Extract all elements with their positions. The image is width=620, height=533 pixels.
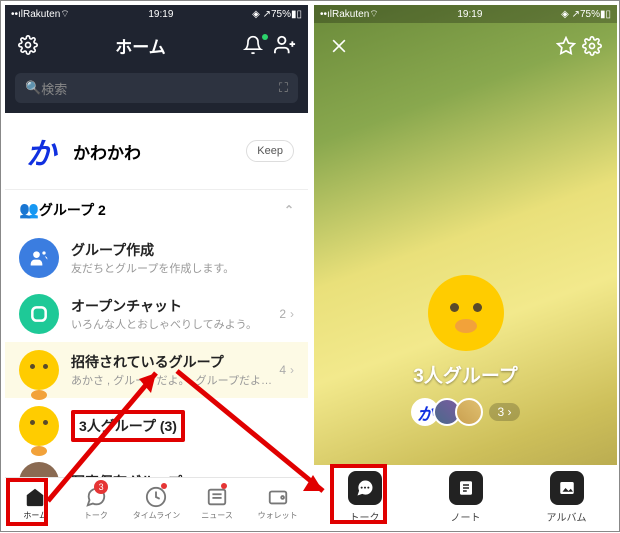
nav-label: トーク <box>84 510 108 521</box>
sally-avatar <box>19 350 59 390</box>
row-sub: いろんな人とおしゃべりしてみよう。 <box>71 316 279 332</box>
row-title: 3人グループ (3) <box>71 410 185 442</box>
invited-groups-row[interactable]: 招待されているグループあかさ , グループだよ。, グループだよ。, ... 4… <box>5 342 308 398</box>
close-icon[interactable] <box>326 33 352 59</box>
row-title: 招待されているグループ <box>71 352 279 372</box>
group-name: 3人グループ <box>413 361 517 388</box>
action-bar: トーク ノート アルバム <box>314 465 617 529</box>
row-count: 2 <box>279 307 286 321</box>
member-count: 3 › <box>489 403 519 421</box>
album-icon <box>550 471 584 505</box>
news-icon <box>206 486 228 508</box>
action-label: トーク <box>350 509 380 524</box>
talk-icon <box>348 471 382 505</box>
profile-name: かわかわ <box>73 139 246 164</box>
nav-wallet[interactable]: ウォレット <box>247 478 308 529</box>
openchat-row[interactable]: オープンチャットいろんな人とおしゃべりしてみよう。 2 › <box>5 286 308 342</box>
group-info: 3人グループ か 3 › <box>314 275 617 426</box>
battery-pct: 75% <box>271 9 291 20</box>
chevron-up-icon: ⌃ <box>284 203 294 217</box>
profile-avatar: か <box>19 129 63 173</box>
status-bar: ••ıl Rakuten ⌔ 19:19 ◈ ↗ 75% ▮▯ <box>314 5 617 23</box>
status-bar: ••ıl Rakuten ⌔ 19:19 ◈ ↗ 75% ▮▯ <box>5 5 308 23</box>
sally-avatar <box>19 406 59 446</box>
group-section-label: グループ 2 <box>39 200 106 220</box>
action-talk[interactable]: トーク <box>314 465 415 529</box>
header: ホーム <box>5 23 308 67</box>
action-label: アルバム <box>547 509 587 524</box>
bottom-nav: ホーム 3トーク タイムライン ニュース ウォレット <box>5 477 308 529</box>
group-profile-screen: ••ıl Rakuten ⌔ 19:19 ◈ ↗ 75% ▮▯ 3人グループ か… <box>314 5 617 529</box>
carrier: Rakuten <box>23 9 60 20</box>
group-3-row[interactable]: 3人グループ (3) <box>5 398 308 454</box>
signal-icon: ••ıl <box>11 9 23 20</box>
action-label: ノート <box>451 509 481 524</box>
battery-pct: 75% <box>580 9 600 20</box>
nav-label: タイムライン <box>133 510 180 521</box>
keep-button[interactable]: Keep <box>246 140 294 162</box>
search-placeholder: 検索 <box>41 79 67 98</box>
member-avatar <box>455 398 483 426</box>
add-friend-icon[interactable] <box>272 32 298 58</box>
profile-row[interactable]: か かわかわ Keep <box>5 113 308 189</box>
openchat-icon <box>19 294 59 334</box>
wallet-icon <box>267 486 289 508</box>
location-icon: ◈ ↗ <box>561 9 580 20</box>
wifi-icon: ⌔ <box>60 8 69 21</box>
action-note[interactable]: ノート <box>415 465 516 529</box>
qr-icon[interactable]: ⛶ <box>279 80 288 96</box>
row-count: 4 <box>279 363 286 377</box>
nav-label: ウォレット <box>258 510 298 521</box>
row-sub: あかさ , グループだよ。, グループだよ。, ... <box>71 372 279 388</box>
clock: 19:19 <box>379 9 561 20</box>
row-title: オープンチャット <box>71 296 279 316</box>
battery-icon: ▮▯ <box>291 9 302 20</box>
nav-label: ホーム <box>23 510 47 521</box>
create-group-icon <box>19 238 59 278</box>
chevron-right-icon: › <box>290 307 294 321</box>
battery-icon: ▮▯ <box>600 9 611 20</box>
home-icon <box>24 486 46 508</box>
nav-talk[interactable]: 3トーク <box>66 478 127 529</box>
nav-home[interactable]: ホーム <box>5 478 66 529</box>
nav-news[interactable]: ニュース <box>187 478 248 529</box>
notification-dot <box>262 34 268 40</box>
search-bar[interactable]: 🔍 検索 ⛶ <box>5 67 308 113</box>
top-bar <box>314 27 617 65</box>
members-row[interactable]: か 3 › <box>411 398 519 426</box>
row-sub: 友だちとグループを作成します。 <box>71 260 294 276</box>
page-title: ホーム <box>41 33 240 58</box>
group-avatar[interactable] <box>428 275 504 351</box>
nav-label: ニュース <box>201 510 233 521</box>
star-icon[interactable] <box>553 33 579 59</box>
action-album[interactable]: アルバム <box>516 465 617 529</box>
create-group-row[interactable]: グループ作成友だちとグループを作成します。 <box>5 230 308 286</box>
timeline-icon <box>145 486 167 508</box>
clock: 19:19 <box>70 9 252 20</box>
group-section-header[interactable]: 👥 グループ 2 ⌃ <box>5 189 308 230</box>
nav-timeline[interactable]: タイムライン <box>126 478 187 529</box>
settings-icon[interactable] <box>15 32 41 58</box>
location-icon: ◈ ↗ <box>252 9 271 20</box>
chevron-right-icon: › <box>290 363 294 377</box>
settings-icon[interactable] <box>579 33 605 59</box>
carrier: Rakuten <box>332 9 369 20</box>
wifi-icon: ⌔ <box>369 8 378 21</box>
search-icon: 🔍 <box>25 80 41 96</box>
row-title: グループ作成 <box>71 240 294 260</box>
home-screen: ••ıl Rakuten ⌔ 19:19 ◈ ↗ 75% ▮▯ ホーム 🔍 検索… <box>5 5 308 529</box>
people-icon: 👥 <box>19 200 39 220</box>
note-icon <box>449 471 483 505</box>
signal-icon: ••ıl <box>320 9 332 20</box>
cover-image <box>314 5 617 529</box>
notification-dot <box>161 483 167 489</box>
